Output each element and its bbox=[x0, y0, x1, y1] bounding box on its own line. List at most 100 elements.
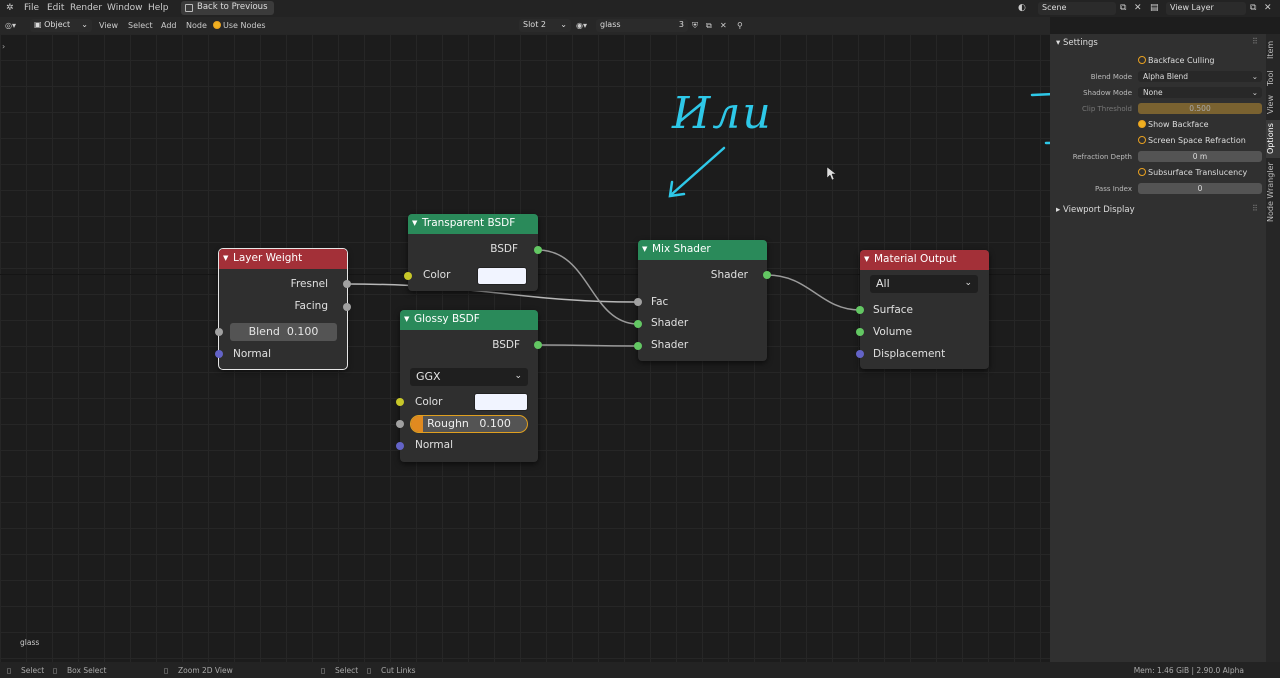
socket-roughness-in[interactable] bbox=[396, 420, 404, 428]
checkbox-icon bbox=[1138, 56, 1146, 64]
show-backface-label: Show Backface bbox=[1148, 120, 1209, 129]
distribution-select[interactable]: GGX ⌄ bbox=[410, 368, 528, 386]
clip-threshold-label: Clip Threshold bbox=[1082, 105, 1132, 113]
input-volume: Volume bbox=[873, 326, 913, 338]
socket-transparent-bsdf-out[interactable] bbox=[534, 246, 542, 254]
status-cut-links: Cut Links bbox=[381, 666, 416, 675]
tab-options[interactable]: Options bbox=[1266, 120, 1280, 158]
socket-glossy-color-in[interactable] bbox=[396, 398, 404, 406]
pass-index-field[interactable]: 0 bbox=[1138, 183, 1262, 194]
node-header[interactable]: Material Output bbox=[860, 250, 989, 270]
sss-checkbox[interactable]: Subsurface Translucency bbox=[1138, 168, 1247, 177]
status-select-2: Select bbox=[335, 666, 359, 675]
ssr-checkbox[interactable]: Screen Space Refraction bbox=[1138, 136, 1246, 145]
node-title: Material Output bbox=[874, 253, 957, 265]
blend-field[interactable]: Blend 0.100 bbox=[230, 323, 337, 341]
viewport-display-panel-header[interactable]: ▸ Viewport Display bbox=[1056, 205, 1135, 215]
roughness-label: Roughn bbox=[427, 417, 469, 430]
socket-fac-in[interactable] bbox=[634, 298, 642, 306]
panel-grip-icon[interactable]: ⠿ bbox=[1252, 204, 1258, 213]
socket-transparent-color-in[interactable] bbox=[404, 272, 412, 280]
tab-item[interactable]: Item bbox=[1266, 38, 1280, 62]
node-header[interactable]: Mix Shader bbox=[638, 240, 767, 260]
mouse-cursor-icon bbox=[826, 166, 837, 181]
socket-normal-in[interactable] bbox=[215, 350, 223, 358]
chevron-down-icon: ⌄ bbox=[1251, 88, 1258, 97]
tab-node-wrangler[interactable]: Node Wrangler bbox=[1266, 160, 1280, 224]
refraction-depth-field[interactable]: 0 m bbox=[1138, 151, 1262, 162]
input-color: Color bbox=[415, 396, 443, 408]
blend-mode-value: Alpha Blend bbox=[1143, 72, 1189, 81]
chevron-down-icon: ⌄ bbox=[1251, 72, 1258, 81]
link-glossy-to-shader bbox=[537, 344, 639, 347]
shadow-mode-select[interactable]: None ⌄ bbox=[1138, 87, 1262, 98]
socket-mix-shader-out[interactable] bbox=[763, 271, 771, 279]
status-zoom: Zoom 2D View bbox=[178, 666, 233, 675]
output-facing: Facing bbox=[294, 300, 328, 312]
mouse-left-drag-icon: ▯ bbox=[53, 666, 58, 675]
blend-label: Blend bbox=[248, 325, 280, 338]
socket-surface-in[interactable] bbox=[856, 306, 864, 314]
output-shader: Shader bbox=[710, 269, 748, 281]
sidebar-tabs: Item Tool View Options Node Wrangler bbox=[1266, 34, 1280, 662]
shadow-mode-label: Shadow Mode bbox=[1083, 89, 1132, 97]
distribution-value: GGX bbox=[416, 370, 441, 383]
roughness-value: 0.100 bbox=[479, 417, 511, 430]
status-select: Select bbox=[21, 666, 45, 675]
socket-glossy-normal-in[interactable] bbox=[396, 442, 404, 450]
clip-threshold-slider[interactable]: 0.500 bbox=[1138, 103, 1262, 114]
output-bsdf: BSDF bbox=[492, 339, 520, 351]
output-target-select[interactable]: All ⌄ bbox=[870, 275, 978, 293]
pass-index-label: Pass Index bbox=[1095, 185, 1132, 193]
input-displacement: Displacement bbox=[873, 348, 946, 360]
node-header[interactable]: Transparent BSDF bbox=[408, 214, 538, 234]
node-header[interactable]: Glossy BSDF bbox=[400, 310, 538, 330]
socket-blend-in[interactable] bbox=[215, 328, 223, 336]
glossy-color-swatch[interactable] bbox=[474, 393, 528, 411]
tab-tool[interactable]: Tool bbox=[1266, 66, 1280, 90]
shadow-mode-value: None bbox=[1143, 88, 1163, 97]
node-header[interactable]: Layer Weight bbox=[219, 249, 347, 269]
tab-view[interactable]: View bbox=[1266, 92, 1280, 118]
input-normal: Normal bbox=[233, 348, 271, 360]
backface-culling-checkbox[interactable]: Backface Culling bbox=[1138, 56, 1214, 65]
output-target-value: All bbox=[876, 277, 890, 290]
show-backface-checkbox[interactable]: Show Backface bbox=[1138, 120, 1209, 129]
output-bsdf: BSDF bbox=[490, 243, 518, 255]
settings-title: Settings bbox=[1062, 38, 1098, 48]
panel-grip-icon[interactable]: ⠿ bbox=[1252, 37, 1258, 46]
node-title: Glossy BSDF bbox=[414, 313, 480, 325]
annotation-arrow bbox=[668, 146, 726, 198]
socket-shader2-in[interactable] bbox=[634, 342, 642, 350]
node-title: Transparent BSDF bbox=[422, 217, 516, 229]
socket-fresnel-out[interactable] bbox=[343, 280, 351, 288]
sss-label: Subsurface Translucency bbox=[1148, 168, 1248, 177]
node-title: Layer Weight bbox=[233, 252, 303, 264]
backface-culling-label: Backface Culling bbox=[1148, 56, 1215, 65]
chevron-down-icon: ⌄ bbox=[514, 371, 522, 381]
link-transparent-to-shader bbox=[537, 249, 639, 325]
node-title: Mix Shader bbox=[652, 243, 711, 255]
socket-glossy-bsdf-out[interactable] bbox=[534, 341, 542, 349]
checkbox-icon bbox=[1138, 120, 1146, 128]
transparent-color-swatch[interactable] bbox=[477, 267, 527, 285]
output-fresnel: Fresnel bbox=[290, 278, 328, 290]
link-mix-to-surface bbox=[766, 274, 861, 311]
refraction-depth-label: Refraction Depth bbox=[1072, 153, 1132, 161]
status-box-select: Box Select bbox=[67, 666, 107, 675]
viewport-display-title: Viewport Display bbox=[1062, 205, 1135, 215]
mouse-right-icon: ▯ bbox=[321, 666, 326, 675]
socket-shader1-in[interactable] bbox=[634, 320, 642, 328]
checkbox-icon bbox=[1138, 168, 1146, 176]
socket-displacement-in[interactable] bbox=[856, 350, 864, 358]
ssr-label: Screen Space Refraction bbox=[1148, 136, 1246, 145]
input-normal: Normal bbox=[415, 439, 453, 451]
socket-volume-in[interactable] bbox=[856, 328, 864, 336]
roughness-slider[interactable]: Roughn 0.100 bbox=[410, 415, 528, 433]
settings-panel-header[interactable]: ▾ Settings bbox=[1056, 38, 1098, 48]
chevron-down-icon: ⌄ bbox=[964, 278, 972, 288]
input-surface: Surface bbox=[873, 304, 914, 316]
mouse-left-icon: ▯ bbox=[7, 666, 12, 675]
socket-facing-out[interactable] bbox=[343, 303, 351, 311]
blend-mode-select[interactable]: Alpha Blend ⌄ bbox=[1138, 71, 1262, 82]
